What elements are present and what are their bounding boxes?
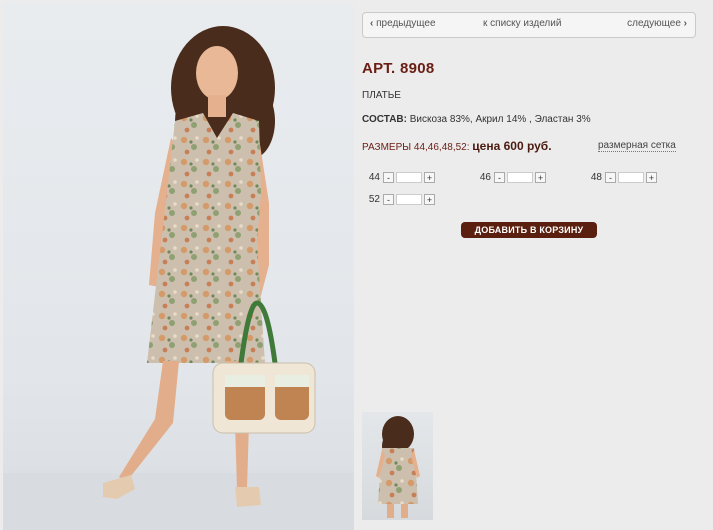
size-label: 48 <box>590 172 602 183</box>
composition-value: Вискоза 83%, Акрил 14% , Эластан 3% <box>409 114 591 125</box>
back-to-list-link[interactable]: к списку изделий <box>483 18 561 29</box>
increase-button[interactable]: + <box>535 172 546 183</box>
size-label: 46 <box>479 172 491 183</box>
size-selector-52: 52 - + <box>364 193 435 206</box>
product-main-photo[interactable] <box>3 3 354 530</box>
product-type: ПЛАТЬЕ <box>362 90 401 101</box>
product-info-panel: ‹ предыдущее к списку изделий следующее … <box>362 0 713 530</box>
quantity-input[interactable] <box>618 172 644 183</box>
size-label: 44 <box>368 172 380 183</box>
product-thumbnail[interactable] <box>362 412 433 520</box>
decrease-button[interactable]: - <box>383 172 394 183</box>
quantity-input[interactable] <box>396 172 422 183</box>
increase-button[interactable]: + <box>424 172 435 183</box>
product-composition: СОСТАВ: Вискоза 83%, Акрил 14% , Эластан… <box>362 114 591 125</box>
increase-button[interactable]: + <box>646 172 657 183</box>
increase-button[interactable]: + <box>424 194 435 205</box>
model-illustration <box>3 26 354 530</box>
size-chart-link[interactable]: размерная сетка <box>598 140 676 152</box>
price: цена 600 руб. <box>472 139 552 153</box>
decrease-button[interactable]: - <box>605 172 616 183</box>
chevron-right-icon: › <box>683 18 687 29</box>
decrease-button[interactable]: - <box>494 172 505 183</box>
decrease-button[interactable]: - <box>383 194 394 205</box>
previous-product-link[interactable]: ‹ предыдущее <box>370 18 436 29</box>
quantity-input[interactable] <box>507 172 533 183</box>
chevron-left-icon: ‹ <box>370 18 374 29</box>
previous-label: предыдущее <box>376 18 436 29</box>
next-product-link[interactable]: следующее › <box>627 18 687 29</box>
size-selector-44: 44 - + <box>364 171 435 184</box>
sizes-label: РАЗМЕРЫ 44,46,48,52: <box>362 142 470 153</box>
next-label: следующее <box>627 18 681 29</box>
product-navigation-bar: ‹ предыдущее к списку изделий следующее … <box>362 12 696 38</box>
size-label: 52 <box>368 194 380 205</box>
quantity-input[interactable] <box>396 194 422 205</box>
composition-label: СОСТАВ: <box>362 114 407 125</box>
add-to-cart-button[interactable]: ДОБАВИТЬ В КОРЗИНУ <box>461 222 597 238</box>
size-selector-46: 46 - + <box>475 171 546 184</box>
product-article: АРТ. 8908 <box>362 60 435 77</box>
thumbnail-back-view <box>376 416 420 518</box>
size-selector-48: 48 - + <box>586 171 657 184</box>
